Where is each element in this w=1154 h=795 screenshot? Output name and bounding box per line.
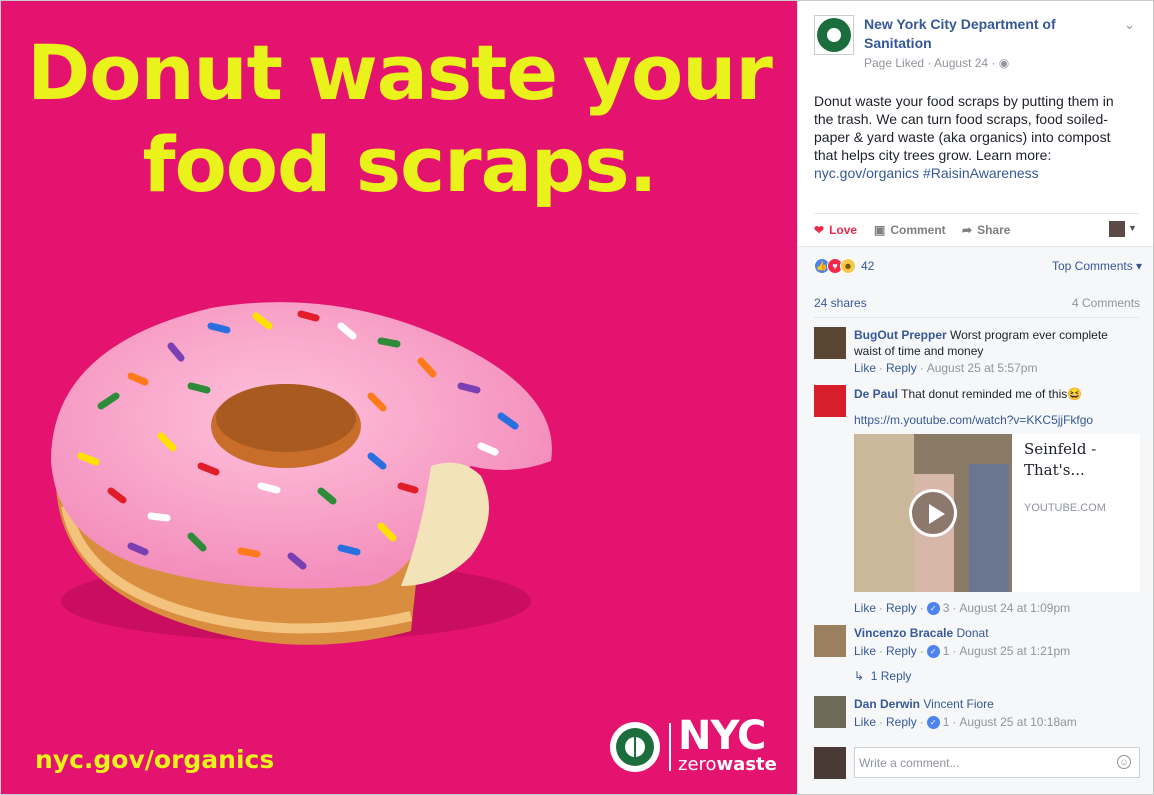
reply-link[interactable]: Reply <box>886 715 917 729</box>
video-preview-card[interactable]: Seinfeld - That's... YOUTUBE.COM <box>854 434 1140 592</box>
comments-area: 👍 ♥ ☻ 42 Top Comments ▾ 24 shares 4 Comm… <box>798 246 1153 794</box>
shares-link[interactable]: 24 shares <box>814 296 867 310</box>
like-link[interactable]: Like <box>854 715 876 729</box>
comments-count[interactable]: 4 Comments <box>1072 296 1140 310</box>
dsny-seal-icon <box>610 722 660 772</box>
commenter-avatar[interactable] <box>814 696 846 728</box>
divider <box>814 317 1139 318</box>
laughing-emoji-icon: 😆 <box>1067 387 1083 401</box>
video-domain: YOUTUBE.COM <box>1024 502 1106 514</box>
comment-body[interactable]: Donat <box>957 626 989 640</box>
commenter-name[interactable]: BugOut Prepper <box>854 328 947 342</box>
zerowaste-logo-zero: zero <box>678 754 717 775</box>
like-count-icon: ✓ <box>926 601 940 615</box>
action-bar: ❤ Love ▣ Comment ➦ Share ▼ <box>814 213 1139 246</box>
share-label: Share <box>977 223 1011 237</box>
page-avatar[interactable] <box>814 15 854 55</box>
commenter-name[interactable]: Dan Derwin <box>854 697 920 711</box>
like-count[interactable]: 3 <box>943 601 950 615</box>
video-title[interactable]: Seinfeld - That's... <box>1024 439 1134 481</box>
comment-input[interactable]: Write a comment... ☺ <box>854 747 1140 778</box>
page-name-link[interactable]: New York City Department of Sanitation <box>864 15 1084 53</box>
like-link[interactable]: Like <box>854 601 876 615</box>
view-replies-label: 1 Reply <box>870 669 912 683</box>
commenter-name[interactable]: Vincenzo Bracale <box>854 626 953 640</box>
youtube-link[interactable]: https://m.youtube.com/watch?v=KKC5jjFkfg… <box>854 413 1093 427</box>
haha-reaction-icon: ☻ <box>840 258 856 274</box>
like-count[interactable]: 1 <box>943 715 950 729</box>
nyc-logo: NYC <box>678 713 766 759</box>
top-comments-label: Top Comments <box>1052 259 1133 273</box>
comment-label: Comment <box>890 223 946 237</box>
commenter-avatar[interactable] <box>814 625 846 657</box>
view-replies-link[interactable]: ↳ 1 Reply <box>854 669 911 683</box>
headline-line-1: Donut waste your <box>27 28 773 117</box>
commenter-name[interactable]: De Paul <box>854 387 898 401</box>
love-label: Love <box>829 223 858 237</box>
current-user-avatar[interactable] <box>814 747 846 779</box>
comment-time[interactable]: August 25 at 5:57pm <box>927 361 1038 375</box>
reply-link[interactable]: Reply <box>886 361 917 375</box>
emoji-picker-icon[interactable]: ☺ <box>1117 755 1131 769</box>
comment-icon: ▣ <box>874 223 886 237</box>
comment-text: BugOut Prepper Worst program ever comple… <box>854 327 1134 359</box>
like-link[interactable]: Like <box>854 361 876 375</box>
comment-body[interactable]: Vincent Fiore <box>923 697 993 711</box>
comment-input-placeholder: Write a comment... <box>859 756 960 770</box>
comment-text: Vincenzo Bracale Donat <box>854 625 1134 641</box>
comment-time[interactable]: August 25 at 1:21pm <box>959 644 1070 658</box>
heart-icon: ❤ <box>814 223 825 237</box>
comment-meta: Like · Reply · ✓ 3 · August 24 at 1:09pm <box>854 601 1071 615</box>
post-body-link[interactable]: nyc.gov/organics #RaisinAwareness <box>814 165 1039 181</box>
reaction-count: 42 <box>861 259 875 273</box>
actor-avatar[interactable] <box>1109 221 1125 237</box>
comment-time[interactable]: August 24 at 1:09pm <box>959 601 1070 615</box>
post-panel: New York City Department of Sanitation P… <box>797 0 1154 795</box>
like-link[interactable]: Like <box>854 644 876 658</box>
actor-caret-icon[interactable]: ▼ <box>1128 223 1137 233</box>
zerowaste-logo-waste: waste <box>716 754 777 775</box>
comment-meta: Like · Reply · ✓ 1 · August 25 at 1:21pm <box>854 644 1071 658</box>
headline-line-2: food scraps. <box>142 120 658 209</box>
post-body-text: Donut waste your food scraps by putting … <box>814 93 1114 163</box>
commenter-avatar[interactable] <box>814 385 846 417</box>
reply-link[interactable]: Reply <box>886 644 917 658</box>
post-body: Donut waste your food scraps by putting … <box>814 92 1134 182</box>
comment-text: Dan Derwin Vincent Fiore <box>854 696 1134 712</box>
like-count-icon: ✓ <box>926 644 940 658</box>
love-button[interactable]: ❤ Love <box>814 223 857 237</box>
comment-body: That donut reminded me of this <box>901 387 1068 401</box>
post-meta-text: Page Liked · August 24 · <box>864 56 996 70</box>
commenter-avatar[interactable] <box>814 327 846 359</box>
top-comments-dropdown[interactable]: Top Comments ▾ <box>1052 259 1142 273</box>
comment-meta: Like · Reply · ✓ 1 · August 25 at 10:18a… <box>854 715 1077 729</box>
like-count[interactable]: 1 <box>943 644 950 658</box>
post-options-chevron-icon[interactable]: ⌄ <box>1124 17 1135 33</box>
play-icon[interactable] <box>909 489 957 537</box>
reply-link[interactable]: Reply <box>886 601 917 615</box>
reply-arrow-icon: ↳ <box>854 669 865 683</box>
donut-illustration <box>51 302 552 645</box>
share-arrow-icon: ➦ <box>962 223 973 237</box>
dsny-avatar-icon <box>817 18 851 52</box>
post-image[interactable]: Donut waste your food scraps. nyc.gov/or… <box>0 0 797 795</box>
comment-button[interactable]: ▣ Comment <box>874 223 946 237</box>
zerowaste-logo: zerowaste <box>678 754 777 775</box>
share-button[interactable]: ➦ Share <box>962 223 1010 237</box>
logo-divider <box>669 723 671 771</box>
like-count-icon: ✓ <box>926 715 940 729</box>
reactions-summary[interactable]: 👍 ♥ ☻ 42 <box>814 258 874 274</box>
video-thumbnail[interactable] <box>854 434 1012 592</box>
comment-time[interactable]: August 25 at 10:18am <box>959 715 1076 729</box>
globe-icon: ◉ <box>998 56 1010 70</box>
post-meta: Page Liked · August 24 · ◉ <box>864 56 1009 70</box>
comment-text: De Paul That donut reminded me of this😆 <box>854 386 1134 402</box>
comment-meta: Like · Reply · August 25 at 5:57pm <box>854 361 1038 375</box>
image-url-text: nyc.gov/organics <box>35 745 275 774</box>
